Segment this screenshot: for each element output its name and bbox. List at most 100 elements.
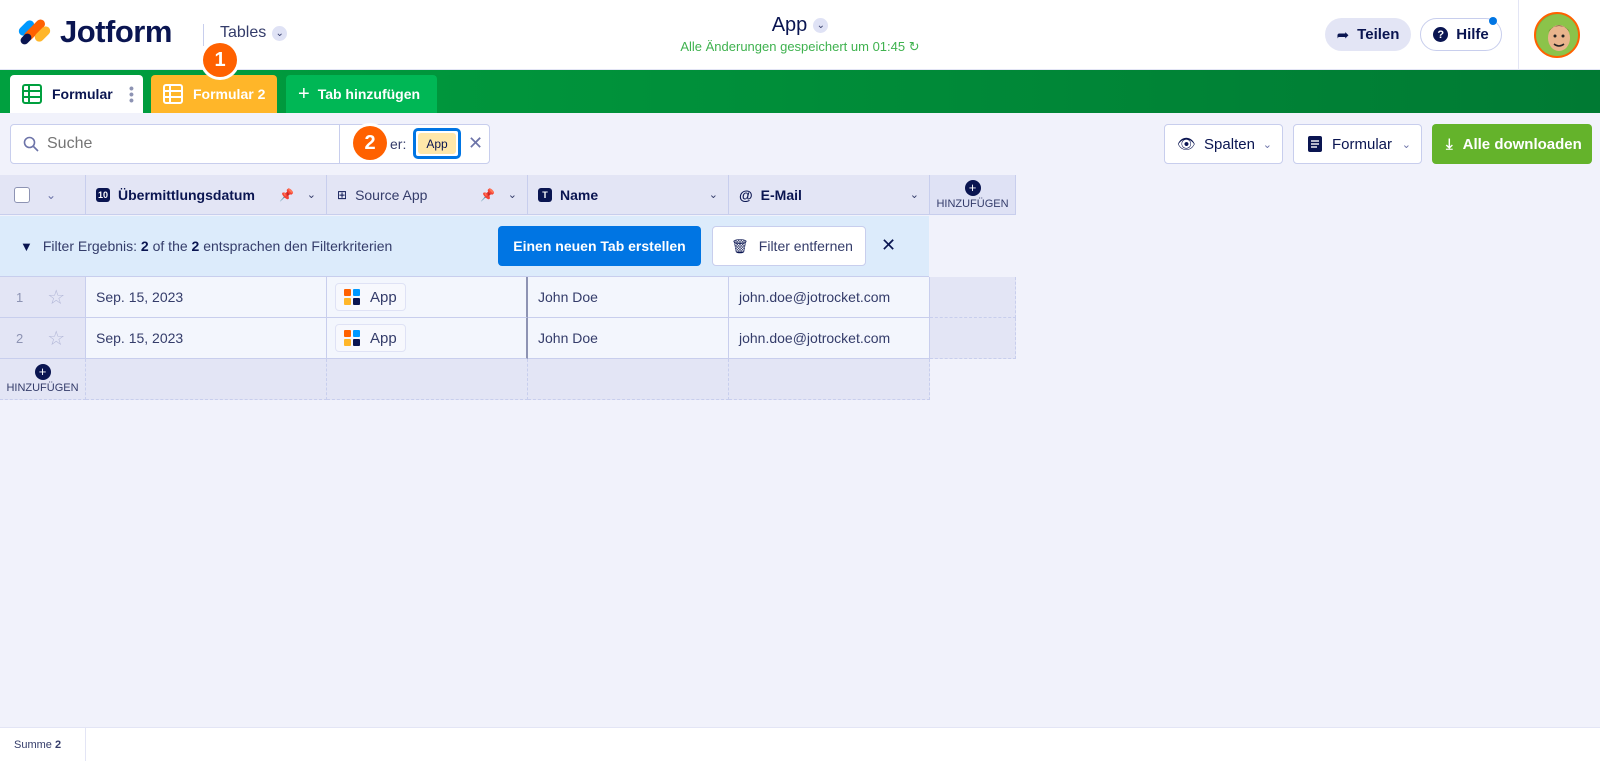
kebab-menu-icon[interactable]: • • • — [129, 81, 134, 107]
download-icon: ⤓ — [1446, 135, 1453, 153]
column-label: E-Mail — [760, 186, 802, 203]
eye-icon: 👁 — [1177, 136, 1197, 153]
calendar-icon: 10 — [96, 187, 110, 202]
pin-icon[interactable]: 📌 — [279, 188, 294, 202]
search-icon — [23, 136, 39, 152]
plus-icon: + — [34, 364, 51, 380]
filter-result-total: 2 — [191, 238, 200, 254]
table-cell[interactable]: Sep. 15, 2023 — [86, 318, 327, 359]
share-button[interactable]: ➦ Teilen — [1325, 18, 1411, 51]
form-select-button[interactable]: Formular ⌄ — [1293, 124, 1422, 164]
filter-funnel-icon: ▼ — [20, 238, 33, 254]
header-divider — [1518, 0, 1519, 70]
chevron-down-icon: ⌄ — [813, 18, 829, 33]
summary-footer: Summe 2 — [0, 727, 1600, 761]
download-all-button[interactable]: ⤓ Alle downloaden — [1432, 124, 1592, 164]
save-status-text: Alle Änderungen gespeichert um 01:45 — [680, 39, 906, 54]
filter-value-chip[interactable]: App — [413, 128, 461, 159]
column-header-date[interactable]: 10 Übermittlungsdatum 📌 ⌄ — [86, 175, 327, 215]
plus-icon: + — [964, 179, 981, 196]
table-cell[interactable]: John Doe — [528, 277, 729, 318]
column-label: Source App — [355, 186, 428, 203]
app-chip-label: App — [370, 288, 397, 306]
help-label: Hilfe — [1456, 26, 1489, 43]
chevron-down-icon[interactable]: ⌄ — [508, 188, 517, 201]
search-field[interactable] — [10, 124, 340, 164]
add-tab-button[interactable]: + Tab hinzufügen — [286, 75, 437, 113]
filter-result-prefix: Filter Ergebnis: — [42, 238, 138, 254]
table-header: ⌄ 10 Übermittlungsdatum 📌 ⌄ ⊞ Source App… — [0, 175, 1016, 215]
table-row[interactable]: 2 ☆ Sep. 15, 2023 App John Doe john.doe@… — [0, 318, 1016, 359]
create-new-tab-button[interactable]: Einen neuen Tab erstellen — [498, 226, 701, 266]
column-header-source-app[interactable]: ⊞ Source App 📌 ⌄ — [327, 175, 528, 215]
tab-formular-2[interactable]: Formular 2 — [151, 75, 277, 113]
step-badge: 1 — [203, 43, 237, 77]
chevron-down-icon[interactable]: ⌄ — [307, 188, 316, 201]
table-cell[interactable]: John Doe — [528, 318, 729, 359]
step-badge: 2 — [353, 126, 387, 160]
columns-label: Spalten — [1204, 135, 1255, 153]
app-chip[interactable]: App — [335, 283, 406, 311]
filter-value: App — [418, 133, 456, 154]
chevron-down-icon: ⌄ — [1262, 138, 1272, 151]
filter-result-count: 2 — [140, 238, 149, 254]
tab-formular[interactable]: Formular • • • — [10, 75, 143, 113]
help-button[interactable]: ? Hilfe — [1420, 17, 1502, 51]
app-title[interactable]: App ⌄ — [772, 14, 829, 37]
columns-button[interactable]: 👁 Spalten ⌄ — [1164, 124, 1283, 164]
sum-label: Summe — [14, 739, 52, 751]
app-chip-label: App — [370, 329, 397, 347]
table-cell[interactable]: john.doe@jotrocket.com — [729, 318, 930, 359]
star-icon[interactable]: ☆ — [47, 326, 65, 351]
text-field-icon: T — [538, 187, 552, 202]
filter-result-suffix: entsprachen den Filterkriterien — [203, 238, 393, 254]
empty-cell — [86, 359, 327, 400]
row-index-cell: 2 ☆ — [0, 318, 86, 359]
app-chip[interactable]: App — [335, 324, 406, 352]
help-icon: ? — [1433, 27, 1449, 42]
chevron-down-icon[interactable]: ⌄ — [709, 188, 718, 201]
avatar[interactable] — [1534, 12, 1580, 58]
tab-bar: Formular • • • Formular 2 + Tab hinzufügen — [0, 70, 1600, 113]
share-icon: ➦ — [1336, 26, 1350, 44]
remove-filter-label: Filter entfernen — [758, 238, 853, 254]
column-label: Name — [560, 186, 599, 203]
table-grid-icon — [163, 84, 183, 104]
add-column-label: HINZUFÜGEN — [936, 197, 1009, 210]
close-icon[interactable]: ✕ — [881, 235, 896, 256]
table-cell[interactable]: App — [327, 277, 528, 318]
empty-cell — [930, 277, 1016, 318]
select-all-checkbox[interactable] — [14, 186, 30, 203]
table-cell[interactable]: App — [327, 318, 528, 359]
add-row: + HINZUFÜGEN — [0, 359, 930, 400]
star-icon[interactable]: ☆ — [47, 285, 65, 310]
column-header-email[interactable]: @ E-Mail ⌄ — [729, 175, 930, 215]
empty-cell — [729, 359, 930, 400]
filter-result-middle: of the — [152, 238, 188, 254]
empty-cell — [528, 359, 729, 400]
row-index-cell: 1 ☆ — [0, 277, 86, 318]
select-all-cell: ⌄ — [0, 175, 86, 215]
sum-cell: Summe 2 — [0, 728, 86, 761]
filter-label: er: — [390, 136, 407, 152]
add-column-button[interactable]: + HINZUFÜGEN — [930, 175, 1016, 215]
remove-filter-button[interactable]: 🗑 Filter entfernen — [712, 226, 866, 266]
search-input[interactable] — [47, 135, 317, 153]
table-cell[interactable]: john.doe@jotrocket.com — [729, 277, 930, 318]
empty-cell — [930, 318, 1016, 359]
chevron-down-icon[interactable]: ⌄ — [46, 188, 56, 202]
add-row-button[interactable]: + HINZUFÜGEN — [0, 359, 86, 400]
app-title-text: App — [771, 14, 808, 36]
download-label: Alle downloaden — [1462, 135, 1582, 153]
pin-icon[interactable]: 📌 — [480, 188, 495, 202]
app-field-icon: ⊞ — [337, 187, 348, 202]
chevron-down-icon: ⌄ — [1401, 138, 1411, 151]
chevron-down-icon[interactable]: ⌄ — [910, 188, 919, 201]
table-cell[interactable]: Sep. 15, 2023 — [86, 277, 327, 318]
column-header-name[interactable]: T Name ⌄ — [528, 175, 729, 215]
row-number: 2 — [16, 330, 24, 346]
tab-label: Formular 2 — [193, 86, 266, 102]
plus-icon: + — [298, 82, 310, 105]
table-row[interactable]: 1 ☆ Sep. 15, 2023 App John Doe john.doe@… — [0, 277, 1016, 318]
close-icon[interactable]: ✕ — [468, 133, 483, 154]
